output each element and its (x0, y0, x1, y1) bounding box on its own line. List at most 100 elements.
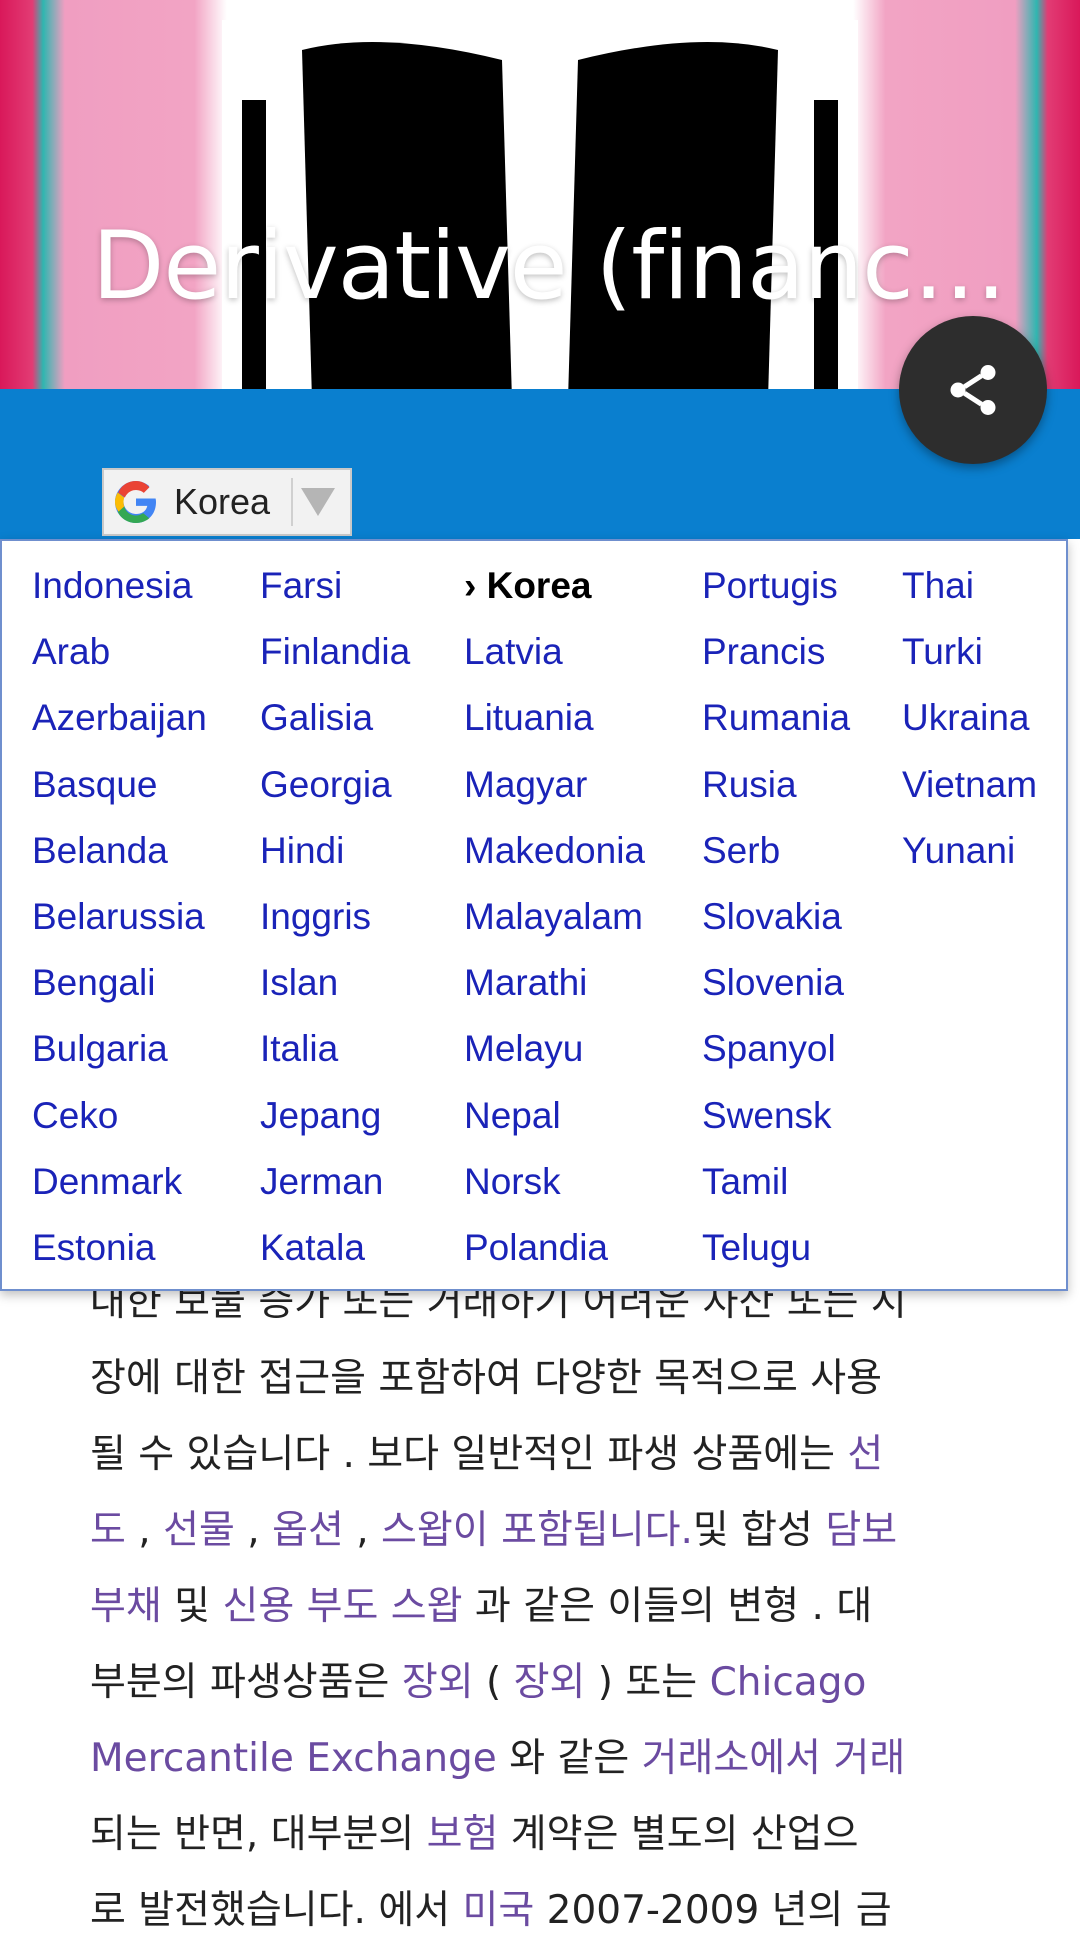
language-option[interactable]: Estonia (32, 1227, 155, 1269)
language-option[interactable]: Latvia (464, 631, 563, 673)
article-line: 되는 반면, 대부분의 보험 계약은 별도의 산업으 (90, 1797, 1010, 1873)
language-option[interactable]: Katala (260, 1227, 365, 1269)
link-insurance[interactable]: 보험 (427, 1812, 499, 1857)
link-collateralized-debt[interactable]: 담보 (825, 1508, 897, 1553)
link-collateralized-debt[interactable]: 부채 (90, 1584, 162, 1629)
language-option[interactable]: Telugu (702, 1227, 811, 1269)
link-credit-default-swap[interactable]: 신용 부도 스왑 (222, 1584, 462, 1629)
article-body: 대한 보물 증가 또는 거래하기 어려운 자산 또는 시 장에 대한 접근을 포… (90, 1265, 1010, 1949)
language-option[interactable]: Rusia (702, 764, 797, 806)
article-line: 부분의 파생상품은 장외 ( 장외 ) 또는 Chicago (90, 1645, 1010, 1721)
link-otc-abbrev[interactable]: 장외 (514, 1660, 586, 1705)
article-text: ( (473, 1660, 514, 1705)
article-text: ) 또는 (585, 1660, 710, 1705)
link-futures[interactable]: 선물 (163, 1508, 235, 1553)
language-option[interactable]: Magyar (464, 764, 587, 806)
language-option[interactable]: Arab (32, 631, 110, 673)
language-option[interactable]: Slovenia (702, 962, 844, 1004)
link-swaps[interactable]: 스왑이 포함됩니다. (381, 1508, 693, 1553)
language-option[interactable]: Georgia (260, 764, 392, 806)
language-option[interactable]: Italia (260, 1028, 338, 1070)
share-icon (950, 365, 996, 415)
book-icon (222, 20, 858, 389)
language-option[interactable]: Basque (32, 764, 158, 806)
language-option[interactable]: Spanyol (702, 1028, 836, 1070)
link-chicago[interactable]: Chicago (710, 1660, 867, 1705)
language-option[interactable]: Bengali (32, 962, 155, 1004)
language-option[interactable]: Melayu (464, 1028, 583, 1070)
article-text: , (343, 1508, 382, 1553)
article-text: 장에 대한 접근을 포함하여 다양한 목적으로 사용 (90, 1356, 882, 1401)
language-option[interactable]: Belanda (32, 830, 168, 872)
link-forward[interactable]: 선 (847, 1432, 883, 1477)
link-otc[interactable]: 장외 (402, 1660, 474, 1705)
language-select[interactable]: Korea (102, 468, 352, 536)
article-text: 와 같은 (496, 1736, 642, 1781)
link-exchange-traded[interactable]: 거래소에서 거래 (642, 1736, 906, 1781)
language-option[interactable]: Thai (902, 565, 974, 607)
article-text: 로 발전했습니다. 에서 (90, 1888, 463, 1933)
article-line: 될 수 있습니다 . 보다 일반적인 파생 상품에는 선 (90, 1417, 1010, 1493)
article-line: 로 발전했습니다. 에서 미국 2007-2009 년의 금 (90, 1873, 1010, 1949)
language-option[interactable]: Belarussia (32, 896, 205, 938)
article-text: 및 (161, 1584, 223, 1629)
language-option[interactable]: Tamil (702, 1161, 788, 1203)
language-option[interactable]: Denmark (32, 1161, 182, 1203)
language-option[interactable]: Bulgaria (32, 1028, 168, 1070)
language-option[interactable]: Vietnam (902, 764, 1037, 806)
article-text: , (125, 1508, 164, 1553)
google-g-icon (115, 481, 156, 523)
language-option[interactable]: Lituania (464, 697, 594, 739)
language-option[interactable]: Malayalam (464, 896, 643, 938)
language-option[interactable]: Ukraina (902, 697, 1030, 739)
link-options[interactable]: 옵션 (272, 1508, 344, 1553)
hero-banner: Derivative (finance)... (0, 0, 1080, 389)
language-option[interactable]: Polandia (464, 1227, 608, 1269)
article-text: , (234, 1508, 273, 1553)
language-option[interactable]: Azerbaijan (32, 697, 207, 739)
language-option[interactable]: Inggris (260, 896, 371, 938)
article-line: 장에 대한 접근을 포함하여 다양한 목적으로 사용 (90, 1341, 1010, 1417)
language-option[interactable]: › Korea (464, 565, 591, 607)
language-option[interactable]: Farsi (260, 565, 342, 607)
language-option[interactable]: Makedonia (464, 830, 645, 872)
language-option[interactable]: Norsk (464, 1161, 561, 1203)
language-option[interactable]: Serb (702, 830, 780, 872)
language-option[interactable]: Jerman (260, 1161, 383, 1203)
language-option[interactable]: Ceko (32, 1095, 118, 1137)
language-option[interactable]: Turki (902, 631, 983, 673)
language-option[interactable]: Indonesia (32, 565, 192, 607)
link-usa[interactable]: 미국 (463, 1888, 535, 1933)
language-option[interactable]: Swensk (702, 1095, 832, 1137)
language-option[interactable]: Finlandia (260, 631, 410, 673)
article-text: 2007-2009 년의 금 (534, 1888, 892, 1933)
language-option[interactable]: Islan (260, 962, 338, 1004)
article-text: 부분의 파생상품은 (90, 1660, 402, 1705)
language-option[interactable]: Portugis (702, 565, 838, 607)
article-line: Mercantile Exchange 와 같은 거래소에서 거래 (90, 1721, 1010, 1797)
dropdown-triangle-icon[interactable] (301, 488, 335, 516)
article-line: 도 , 선물 , 옵션 , 스왑이 포함됩니다.및 합성 담보 (90, 1493, 1010, 1569)
select-divider (291, 478, 293, 526)
language-option[interactable]: Marathi (464, 962, 587, 1004)
language-option[interactable]: Rumania (702, 697, 850, 739)
language-dropdown-menu: Indonesia Arab Azerbaijan Basque Belanda Bela… (0, 539, 1068, 1291)
language-option[interactable]: Galisia (260, 697, 373, 739)
link-mercantile-exchange[interactable]: Mercantile Exchange (90, 1736, 497, 1781)
language-option[interactable]: Prancis (702, 631, 825, 673)
page-title: Derivative (finance)... (92, 212, 1012, 321)
link-forward[interactable]: 도 (90, 1508, 126, 1553)
article-text: 및 합성 (692, 1508, 826, 1553)
article-text: 되는 반면, 대부분의 (90, 1812, 427, 1857)
language-option[interactable]: Slovakia (702, 896, 842, 938)
article-text: 계약은 별도의 산업으 (498, 1812, 859, 1857)
language-option[interactable]: Hindi (260, 830, 344, 872)
language-select-value: Korea (174, 481, 271, 522)
share-button[interactable] (899, 316, 1047, 464)
language-option[interactable]: Nepal (464, 1095, 561, 1137)
language-option[interactable]: Jepang (260, 1095, 381, 1137)
article-line: 부채 및 신용 부도 스왑 과 같은 이들의 변형 . 대 (90, 1569, 1010, 1645)
language-option[interactable]: Yunani (902, 830, 1015, 872)
article-text: 될 수 있습니다 . 보다 일반적인 파생 상품에는 (90, 1432, 848, 1477)
article-text: 과 같은 이들의 변형 . 대 (462, 1584, 873, 1629)
